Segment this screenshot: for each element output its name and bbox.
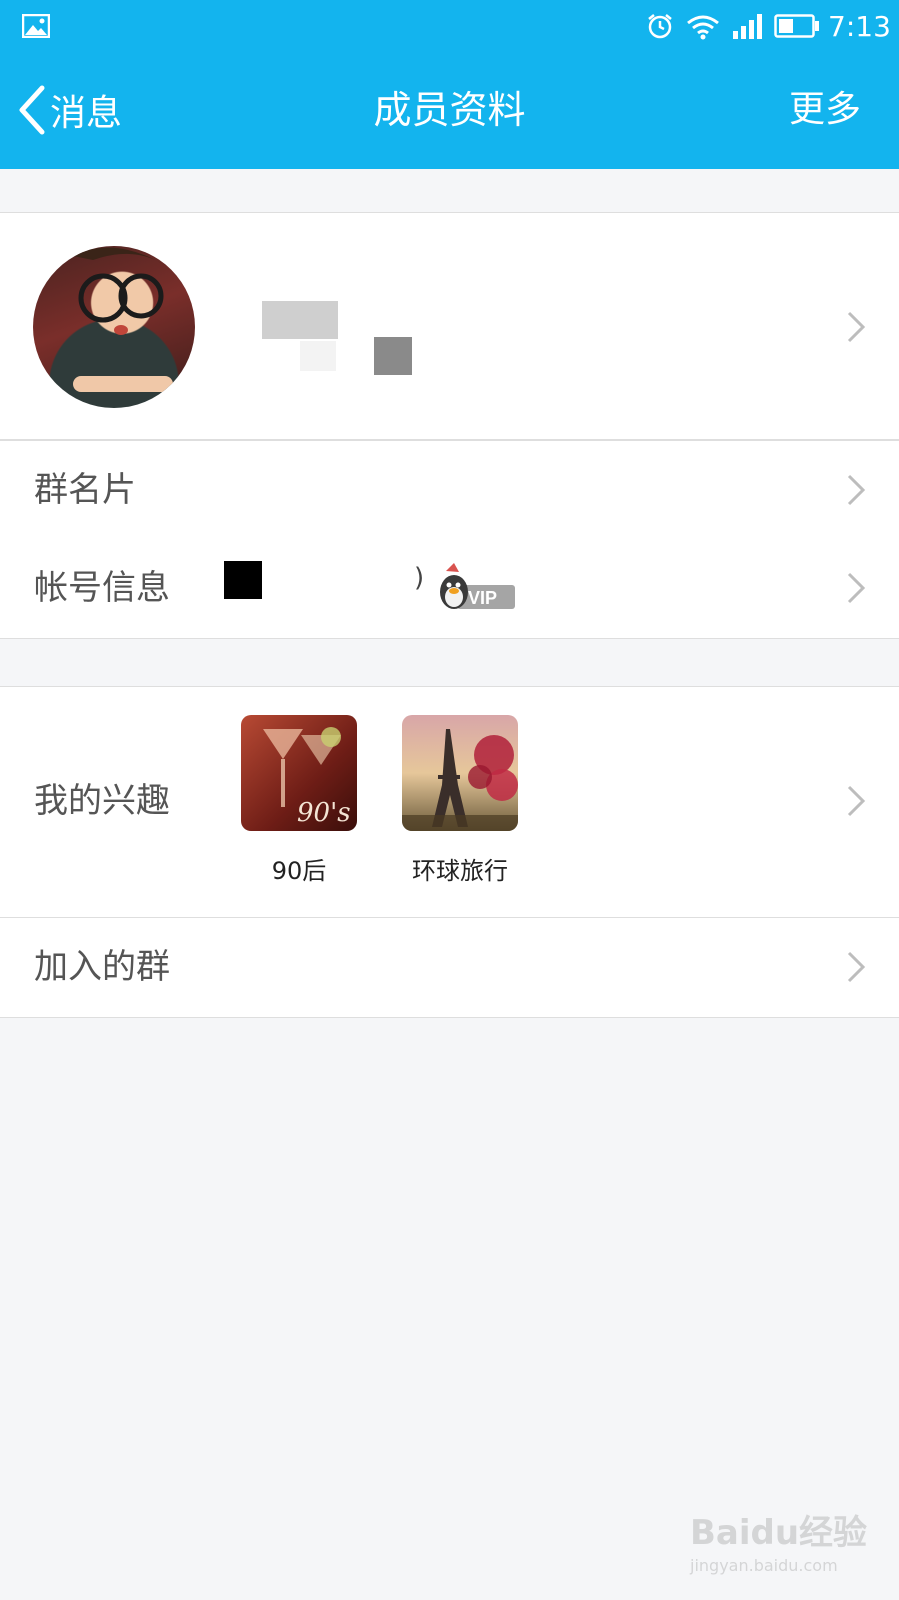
- group-card-label: 群名片: [34, 470, 136, 510]
- more-button[interactable]: 更多: [789, 84, 861, 136]
- status-time: 7:13: [828, 10, 891, 43]
- interest-label: 90后: [271, 857, 327, 885]
- avatar[interactable]: [33, 246, 195, 408]
- redacted-nickname: [262, 301, 338, 339]
- profile-header[interactable]: [0, 212, 899, 440]
- interest-item-travel[interactable]: 环球旅行: [402, 715, 518, 886]
- battery-icon: [774, 14, 819, 38]
- image-icon: [22, 14, 50, 38]
- qq-vip-icon: VIP: [440, 563, 515, 609]
- interest-image-travel: [402, 715, 518, 831]
- watermark: Baidu经验 jingyan.baidu.com: [690, 1505, 870, 1585]
- interest-image-text: 90's: [297, 798, 351, 828]
- page-title: 成员资料: [373, 88, 526, 132]
- interests-label: 我的兴趣: [34, 781, 170, 821]
- redacted-block: [374, 337, 412, 375]
- avatar-picture: [73, 247, 173, 392]
- chevron-right-icon: [847, 572, 866, 604]
- signal-icon: [733, 14, 762, 39]
- watermark-brand: Baidu经验: [690, 1513, 868, 1553]
- interest-image-90s: 90's: [241, 715, 357, 831]
- interest-item-90s[interactable]: 90's 90后: [241, 715, 357, 886]
- account-paren: ): [414, 563, 425, 593]
- joined-groups-label: 加入的群: [34, 947, 170, 987]
- chevron-right-icon: [847, 785, 866, 817]
- redacted-account: [224, 561, 262, 599]
- status-bar: 7:13: [0, 0, 899, 54]
- vip-badge-text: VIP: [468, 588, 497, 608]
- alarm-icon: [648, 14, 672, 39]
- interests-row[interactable]: 我的兴趣 90's 90后 环球旅行: [0, 686, 899, 918]
- chevron-right-icon: [847, 311, 866, 343]
- interest-label: 环球旅行: [412, 857, 508, 885]
- wifi-icon: [687, 15, 719, 40]
- account-info-row[interactable]: 帐号信息 ) VIP: [0, 539, 899, 639]
- joined-groups-row[interactable]: 加入的群: [0, 918, 899, 1018]
- chevron-right-icon: [847, 951, 866, 983]
- account-info-label: 帐号信息: [34, 568, 170, 608]
- chevron-right-icon: [847, 474, 866, 506]
- nav-bar: 消息 成员资料 更多: [0, 54, 899, 169]
- group-card-row[interactable]: 群名片: [0, 440, 899, 540]
- watermark-url: jingyan.baidu.com: [690, 1556, 838, 1575]
- redacted-block: [300, 341, 336, 371]
